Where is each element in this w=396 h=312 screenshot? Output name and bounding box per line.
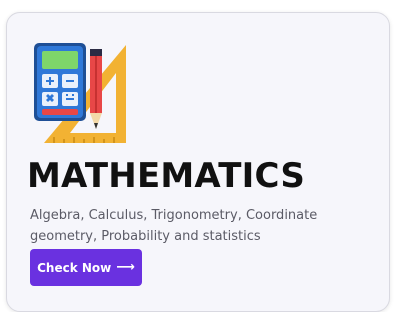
card-description: Algebra, Calculus, Trigonometry, Coordin…	[30, 208, 318, 244]
check-now-button[interactable]: Check Now ⟶	[30, 249, 142, 286]
check-now-label: Check Now	[37, 260, 112, 275]
subject-card: MATHEMATICS Algebra, Calculus, Trigonome…	[6, 12, 390, 312]
math-illustration-icon	[34, 43, 130, 147]
card-title: MATHEMATICS	[27, 156, 306, 196]
arrow-right-icon: ⟶	[116, 260, 135, 275]
